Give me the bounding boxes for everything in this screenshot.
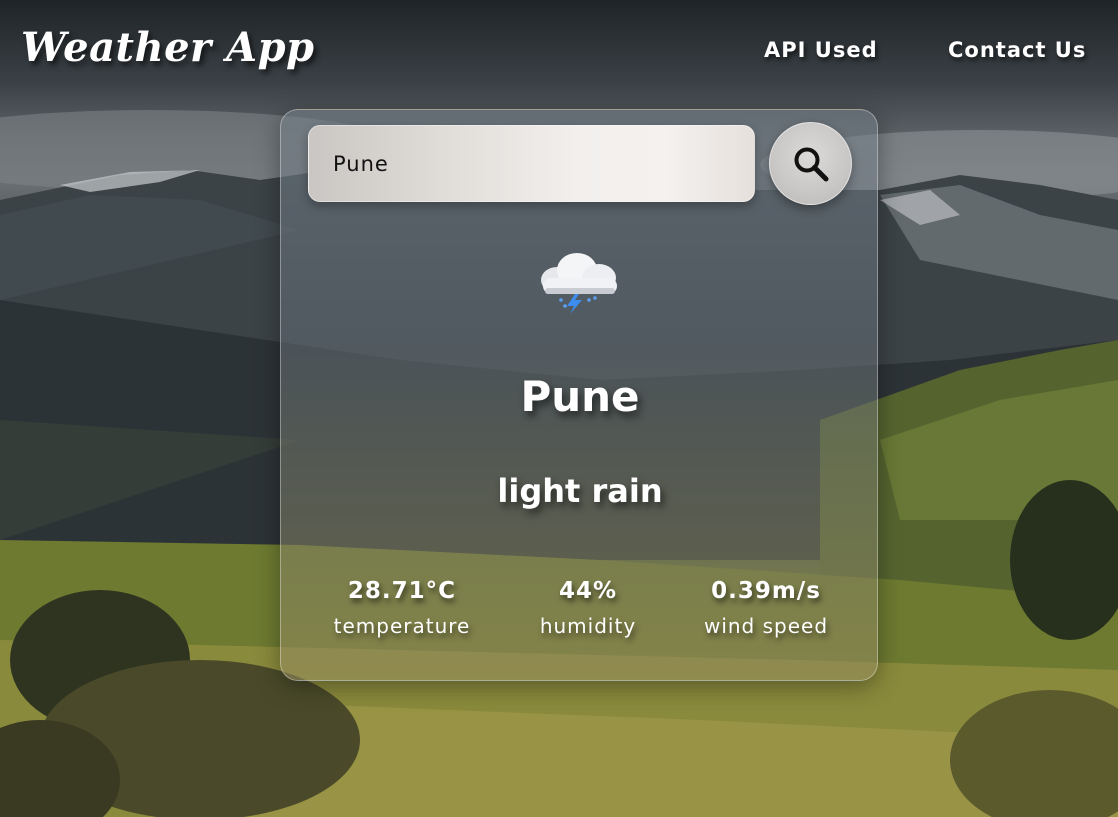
app-header: Weather App API Used Contact Us [0, 0, 1118, 100]
search-icon [794, 147, 829, 182]
stat-humidity: 44% humidity [518, 578, 658, 638]
stat-wind-speed: 0.39m/s wind speed [681, 578, 851, 638]
temperature-value: 28.71°C [347, 578, 457, 604]
humidity-label: humidity [539, 614, 637, 638]
city-search-input[interactable] [309, 126, 754, 201]
nav-link-contact-us[interactable]: Contact Us [948, 38, 1086, 62]
thunderstorm-cloud-icon [541, 253, 617, 314]
search-button[interactable] [769, 122, 852, 205]
weather-description: light rain [497, 472, 663, 510]
stat-temperature: 28.71°C temperature [311, 578, 493, 638]
weather-card: Pune light rain 28.71°C temperature 44% … [280, 109, 878, 681]
wind-speed-label: wind speed [703, 614, 829, 638]
city-name: Pune [520, 372, 640, 421]
search-box [308, 125, 755, 202]
wind-speed-value: 0.39m/s [711, 578, 821, 604]
app-title: Weather App [21, 24, 315, 71]
nav-link-api-used[interactable]: API Used [764, 38, 878, 62]
temperature-label: temperature [333, 614, 471, 638]
humidity-value: 44% [558, 578, 618, 604]
